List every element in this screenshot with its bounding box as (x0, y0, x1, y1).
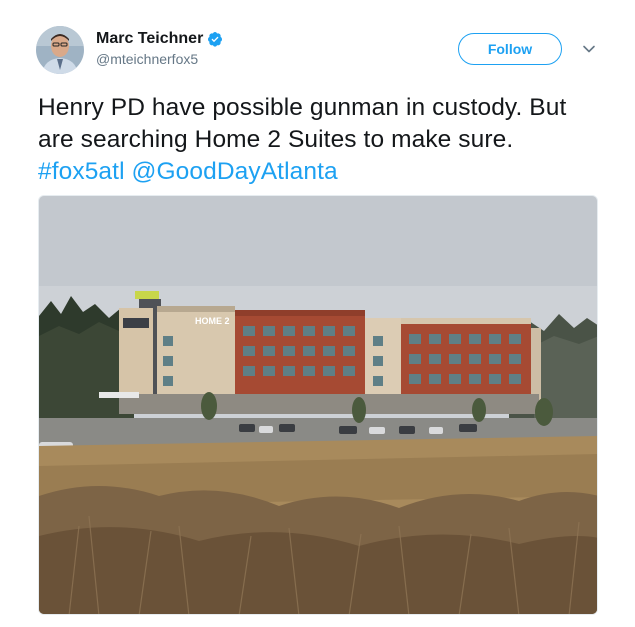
chevron-down-icon[interactable] (580, 40, 598, 58)
hotel-photo: HOME 2 (39, 196, 597, 614)
tweet-text: Henry PD have possible gunman in custody… (38, 92, 603, 188)
verified-badge-icon (208, 32, 223, 47)
follow-button[interactable]: Follow (458, 33, 562, 65)
avatar-image (36, 26, 84, 74)
hotel-sign: HOME 2 (195, 316, 230, 326)
tweet-body: Henry PD have possible gunman in custody… (38, 94, 567, 153)
author-info[interactable]: Marc Teichner @mteichnerfox5 (96, 30, 223, 67)
tweet-photo[interactable]: HOME 2 (38, 195, 598, 615)
hashtag-link[interactable]: #fox5atl (38, 158, 125, 185)
author-handle[interactable]: @mteichnerfox5 (96, 51, 223, 67)
author-avatar[interactable] (36, 26, 84, 74)
mention-link[interactable]: @GoodDayAtlanta (132, 158, 338, 185)
name-row: Marc Teichner (96, 30, 223, 48)
author-display-name[interactable]: Marc Teichner (96, 30, 203, 48)
tweet-card: Marc Teichner @mteichnerfox5 Follow Henr… (0, 0, 635, 627)
